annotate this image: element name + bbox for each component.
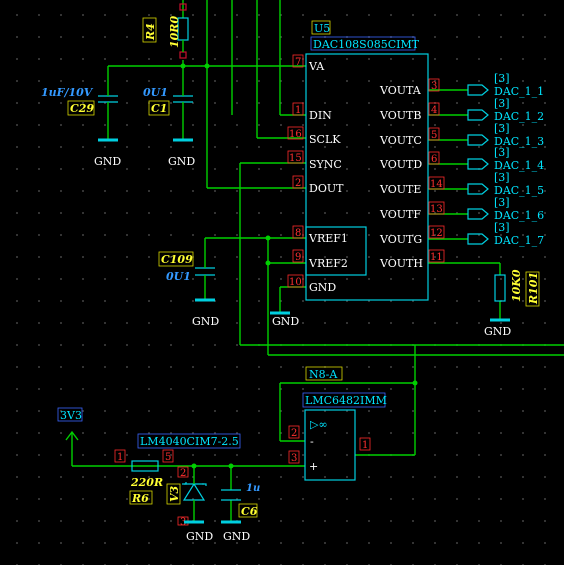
resistor-r4[interactable]: R4 10R0 (142, 3, 189, 59)
svg-text:8: 8 (295, 228, 301, 239)
u5-left-pins: 7 VA 1 DIN 16 SCLK 15 SYNC 2 DOUT 8 VREF… (287, 54, 348, 294)
net-port-dac-1-5: [3] DAC_1_5 (467, 171, 544, 197)
r101-ref: R101 (527, 272, 540, 305)
pin-vouta: VOUTA (379, 84, 422, 97)
pin-vref1: VREF1 (308, 232, 348, 245)
svg-text:[3]: [3] (494, 146, 510, 159)
svg-text:3: 3 (291, 453, 297, 464)
pin-voutc: VOUTC (379, 134, 422, 147)
u5-part: DAC108S085CIMT (313, 38, 420, 51)
resistor-r101[interactable]: 10K0 R101 GND (484, 269, 540, 338)
c1-gnd: GND (168, 155, 195, 168)
svg-text:1: 1 (295, 105, 301, 116)
pin-voute: VOUTE (379, 183, 421, 196)
svg-text:[3]: [3] (494, 122, 510, 135)
opamp-part: LMC6482IMM (305, 394, 387, 407)
r6-value: 220R (130, 476, 163, 489)
r4-value: 10R0 (168, 16, 181, 48)
svg-text:15: 15 (289, 153, 302, 164)
capacitor-c109[interactable]: C109 0U1 GND (158, 251, 219, 328)
c109-gnd: GND (192, 315, 219, 328)
c109-value: 0U1 (166, 270, 191, 283)
svg-text:9: 9 (295, 252, 301, 263)
schematic-canvas[interactable]: U5 DAC108S085CIMT 7 VA 1 DIN 16 SCLK 15 … (0, 0, 564, 565)
svg-text:1: 1 (362, 440, 368, 451)
svg-text:5: 5 (165, 452, 171, 463)
net-port-dac-1-1: [3] DAC_1_1 (467, 72, 544, 98)
c109-ref: C109 (161, 253, 193, 266)
pin-voutf: VOUTF (379, 208, 421, 221)
net-port-dac-1-6: [3] DAC_1_6 (467, 196, 544, 222)
net-port-dac-1-2: [3] DAC_1_2 (467, 97, 544, 123)
pin-gnd: GND (309, 281, 336, 294)
svg-text:12: 12 (430, 228, 443, 239)
schematic-svg: U5 DAC108S085CIMT 7 VA 1 DIN 16 SCLK 15 … (41, 0, 564, 543)
dac-net-ports[interactable]: [3] DAC_1_1 [3] DAC_1_2 [3] DAC_1_3 [3] … (467, 72, 544, 247)
net-port-dac-1-7: [3] DAC_1_7 (467, 221, 544, 247)
svg-text:10: 10 (289, 277, 302, 288)
svg-text:[3]: [3] (494, 72, 510, 85)
svg-text:DAC_1_7: DAC_1_7 (494, 234, 544, 247)
opamp-ref: N8-A (309, 368, 338, 381)
pin-voutg: VOUTG (379, 233, 422, 246)
svg-text:2: 2 (291, 428, 297, 439)
svg-text:2: 2 (180, 468, 186, 479)
svg-text:[3]: [3] (494, 196, 510, 209)
svg-text:1: 1 (117, 452, 123, 463)
c6-gnd: GND (223, 530, 250, 543)
pin-vref2: VREF2 (308, 257, 348, 270)
capacitor-c29[interactable]: 1uF/10V C29 GND (41, 86, 121, 168)
r6-ref: R6 (131, 492, 149, 505)
pin-sclk: SCLK (309, 133, 341, 146)
c29-ref: C29 (70, 102, 94, 115)
svg-text:11: 11 (430, 252, 443, 263)
c1-ref: C1 (151, 102, 167, 115)
svg-text:14: 14 (430, 179, 443, 190)
svg-text:2: 2 (295, 178, 301, 189)
pin-voutb: VOUTB (379, 109, 421, 122)
r101-gnd: GND (484, 325, 511, 338)
r101-value: 10K0 (510, 269, 523, 302)
c6-value: 1u (246, 483, 260, 494)
v3-part: LM4040CIM7-2.5 (140, 435, 239, 448)
svg-text:[3]: [3] (494, 171, 510, 184)
capacitor-c6[interactable]: 1u C6 GND (221, 483, 260, 543)
svg-text:GND: GND (272, 315, 299, 328)
svg-text:3: 3 (431, 81, 437, 92)
pin-voutd: VOUTD (379, 158, 422, 171)
pin-vouth: VOUTH (379, 257, 423, 270)
svg-text:[3]: [3] (494, 97, 510, 110)
svg-text:7: 7 (295, 57, 301, 68)
svg-text:5: 5 (431, 130, 437, 141)
u5-ref: U5 (314, 22, 330, 35)
opamp-plus: + (309, 460, 318, 473)
rail-3v3: 3V3 (60, 409, 82, 422)
svg-text:16: 16 (289, 129, 302, 140)
c1-value: 0U1 (143, 86, 168, 99)
c29-gnd: GND (94, 155, 121, 168)
c6-ref: C6 (241, 505, 258, 518)
opamp-n8a[interactable]: N8-A LMC6482IMM ▷∞ - + 2 3 1 (288, 366, 387, 481)
resistor-r6[interactable]: 1 5 220R R6 (114, 449, 174, 505)
pin-sync: SYNC (309, 158, 342, 171)
capacitor-c1[interactable]: 0U1 C1 GND (143, 86, 195, 168)
net-port-dac-1-4: [3] DAC_1_4 (467, 146, 544, 172)
pin-dout: DOUT (309, 182, 344, 195)
svg-text:4: 4 (431, 105, 437, 116)
u5-gnd-symbol: GND (270, 311, 299, 328)
opamp-minus: - (310, 435, 314, 448)
u5-right-pins: VOUTA 3 VOUTB 4 VOUTC 5 VOUTD 6 VOUTE 14… (379, 78, 445, 270)
c29-value: 1uF/10V (41, 86, 94, 99)
svg-text:[3]: [3] (494, 221, 510, 234)
v3-gnd: GND (186, 530, 213, 543)
pin-din: DIN (309, 109, 332, 122)
opamp-symbol: ▷∞ (310, 418, 328, 431)
v3-ref: V3 (168, 485, 181, 502)
r4-ref: R4 (144, 23, 157, 41)
svg-text:13: 13 (430, 204, 443, 215)
power-3v3: 3V3 (57, 407, 83, 441)
svg-text:6: 6 (431, 154, 437, 165)
pin-va: VA (308, 60, 325, 73)
net-port-dac-1-3: [3] DAC_1_3 (467, 122, 544, 148)
